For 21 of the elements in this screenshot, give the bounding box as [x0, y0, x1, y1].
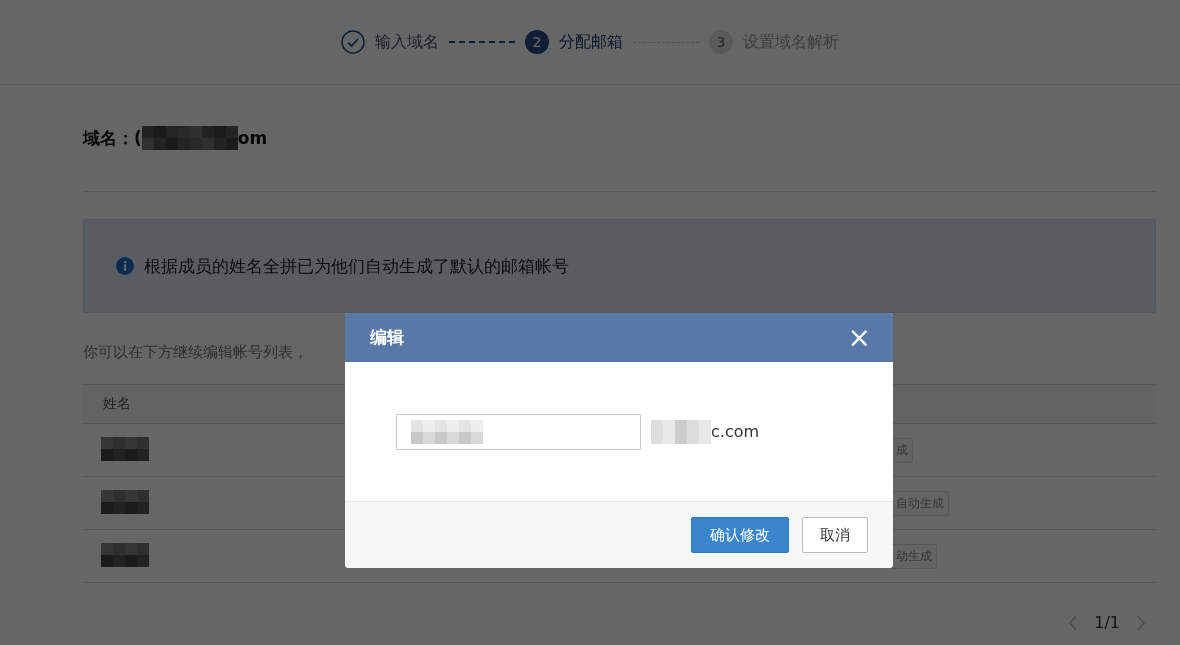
pixelated-redaction: [101, 436, 149, 461]
confirm-button[interactable]: 确认修改: [691, 517, 789, 553]
info-text: 根据成员的姓名全拼已为他们自动生成了默认的邮箱帐号: [144, 254, 569, 278]
info-icon: [116, 257, 134, 275]
pixelated-redaction: [101, 489, 149, 514]
prev-page-icon[interactable]: [1068, 614, 1079, 631]
pixelated-redaction: [411, 419, 483, 444]
close-button[interactable]: ×: [847, 323, 871, 352]
pixelated-redaction: [651, 419, 711, 444]
domain-suffix: c.com: [711, 422, 760, 441]
cancel-button[interactable]: 取消: [802, 517, 868, 553]
step-number: 2: [525, 30, 549, 54]
step-label[interactable]: 分配邮箱: [559, 31, 623, 53]
account-input[interactable]: [396, 413, 641, 450]
page-indicator: 1/1: [1094, 613, 1120, 632]
next-page-icon[interactable]: [1136, 614, 1146, 631]
dialog-title: 编辑: [370, 326, 404, 349]
pixelated-redaction: [101, 542, 149, 567]
step-label[interactable]: 输入域名: [375, 31, 439, 53]
domain-label: 域名：(: [83, 126, 142, 150]
domain-value: om: [237, 128, 268, 148]
